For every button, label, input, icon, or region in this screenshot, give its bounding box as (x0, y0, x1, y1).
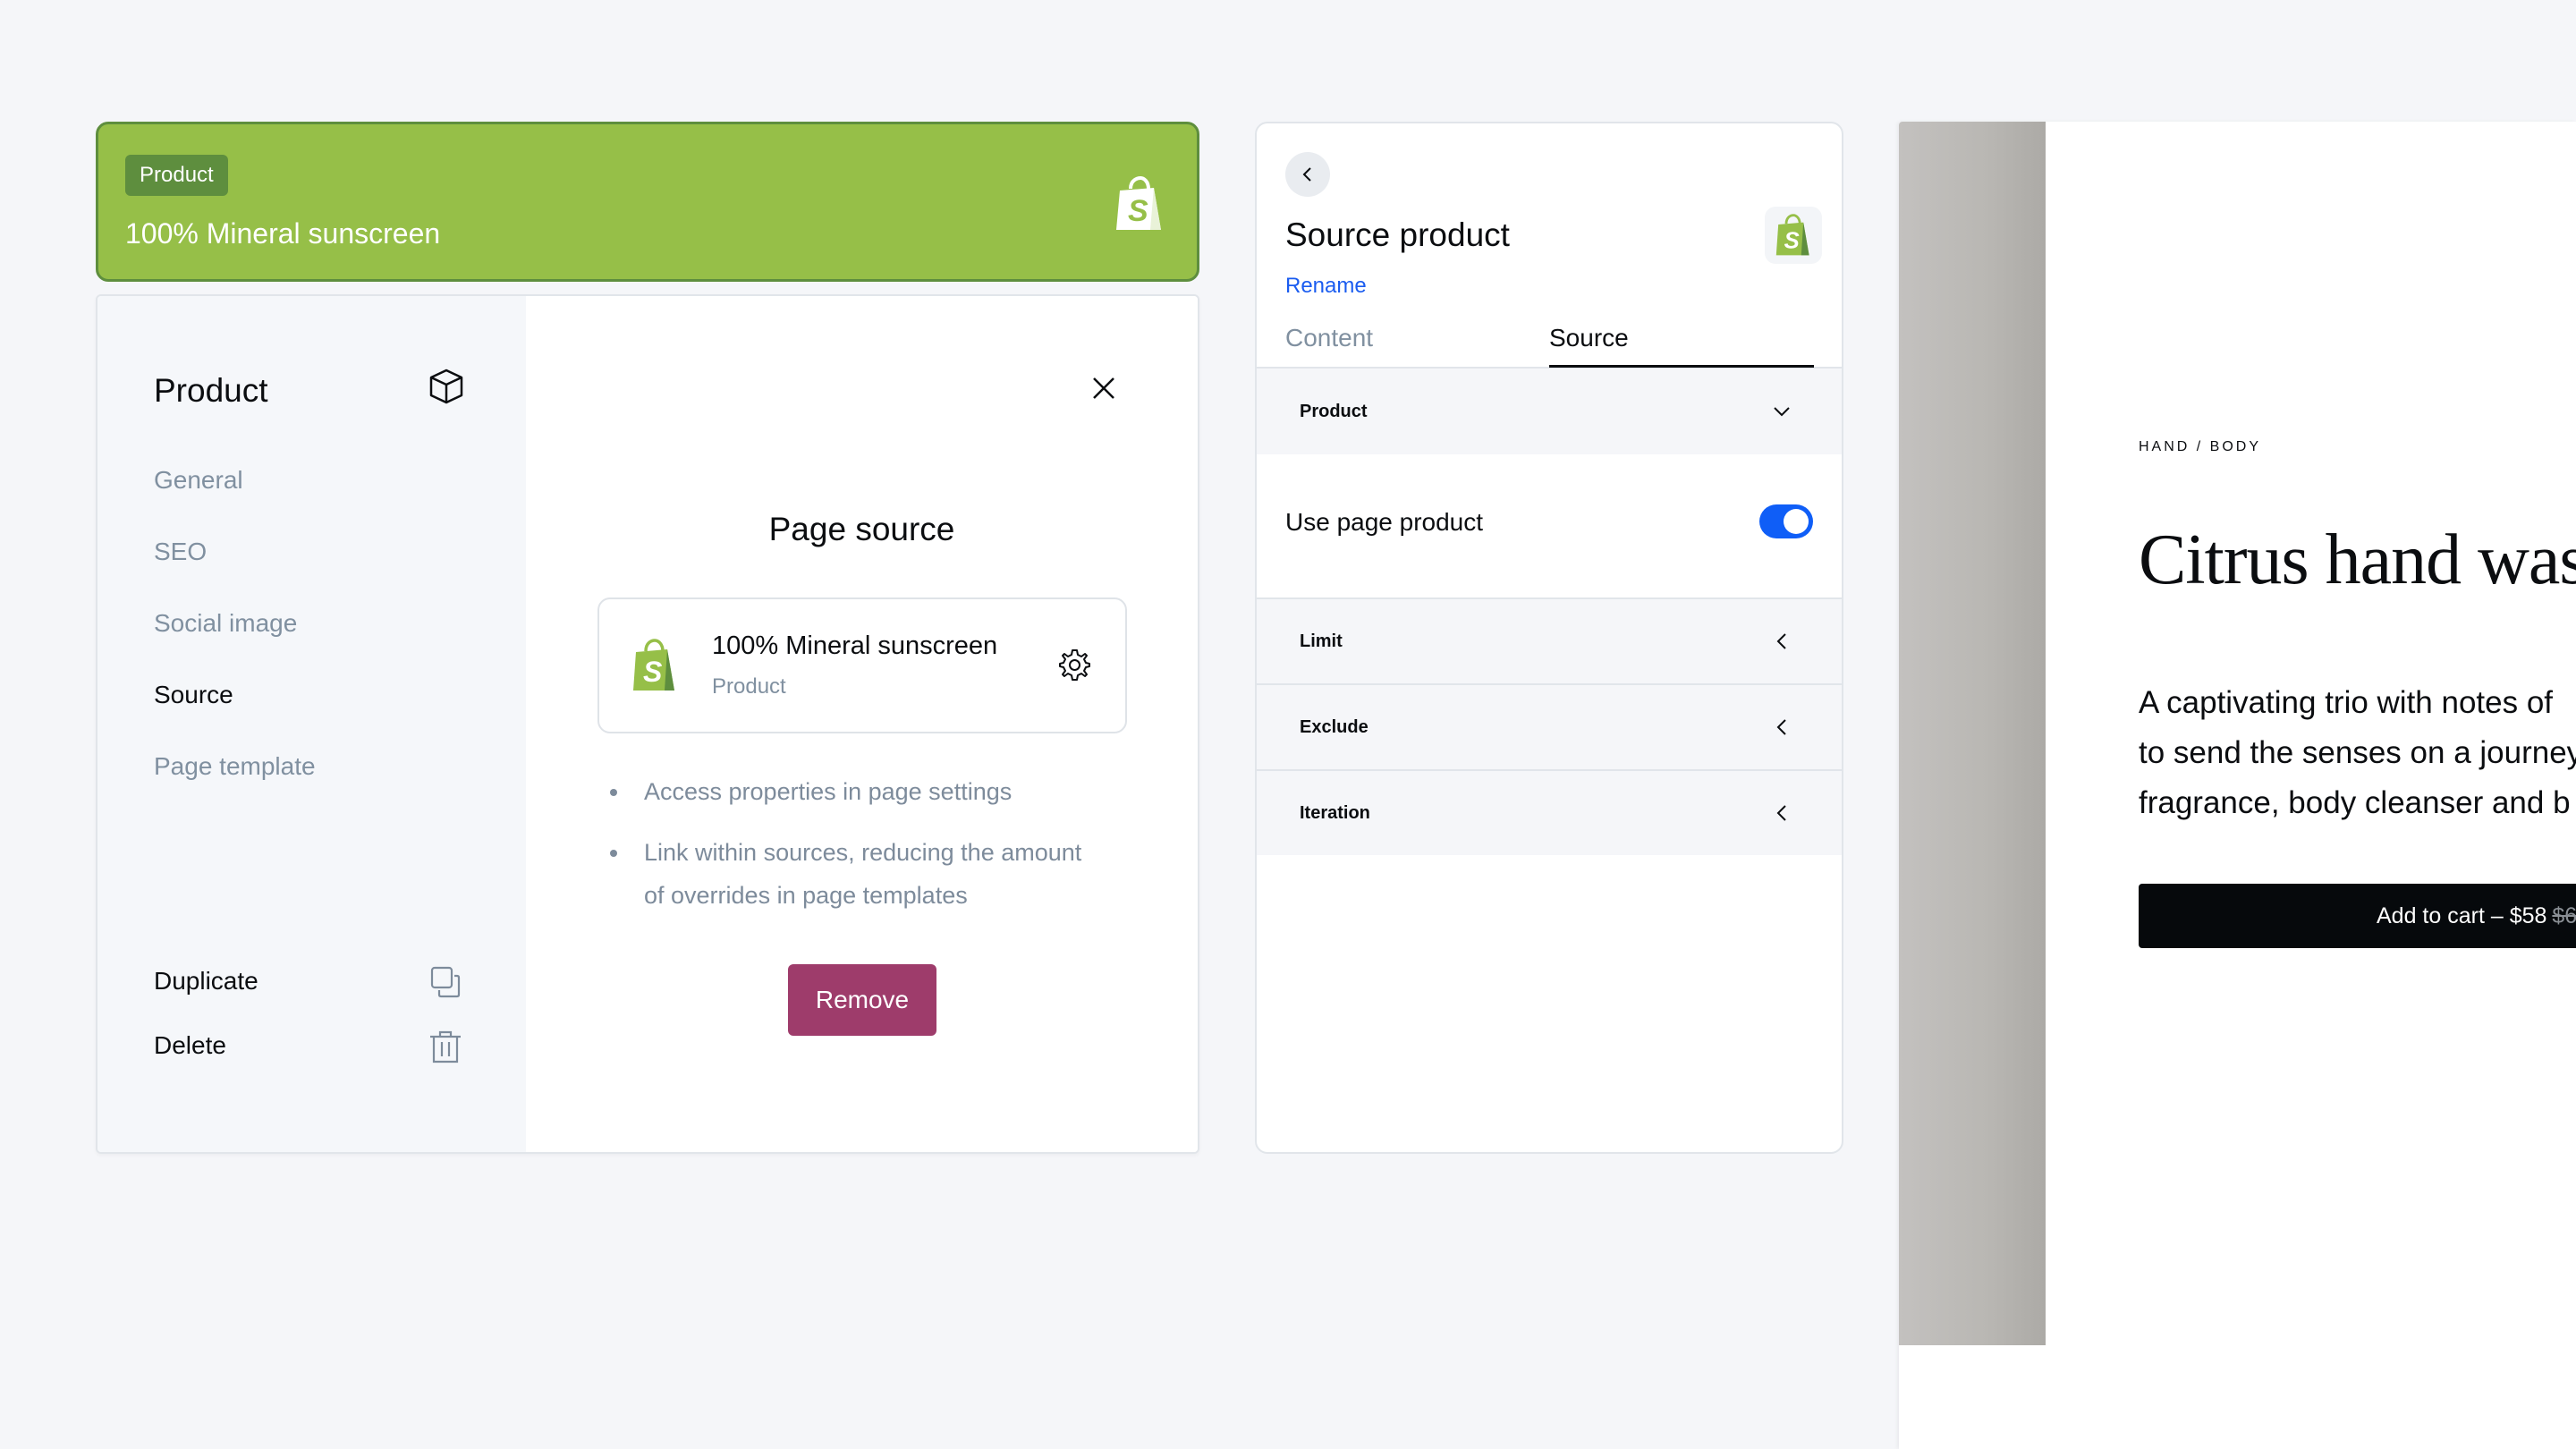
accordion-label: Iteration (1300, 803, 1370, 823)
source-card[interactable]: S 100% Mineral sunscreen Product (597, 597, 1127, 733)
settings-sidebar: Product General SEO Social image Source … (97, 296, 526, 1152)
source-benefits-list: Access properties in page settings Link … (606, 770, 1107, 935)
chevron-left-icon (1302, 167, 1311, 182)
svg-text:S: S (643, 656, 663, 688)
page-source-title: Page source (768, 511, 955, 547)
shopify-bag-icon: S (1116, 176, 1161, 230)
page-settings-panel: Product General SEO Social image Source … (96, 294, 1199, 1154)
list-item: Link within sources, reducing the amount… (606, 831, 1107, 917)
product-breadcrumb[interactable]: HAND / BODY (2139, 439, 2261, 455)
accordion-limit[interactable]: Limit (1257, 599, 1842, 683)
source-type: Product (712, 674, 786, 699)
toggle-label: Use page product (1285, 508, 1484, 536)
toggle-knob (1784, 509, 1809, 534)
product-badge: Product (125, 155, 228, 196)
chevron-left-icon (1776, 719, 1786, 735)
close-icon[interactable] (1090, 375, 1117, 402)
sidebar-heading: Product (154, 372, 268, 409)
back-button[interactable] (1285, 152, 1330, 197)
source-name: 100% Mineral sunscreen (712, 631, 998, 660)
duplicate-icon[interactable] (429, 965, 462, 999)
old-price: $6 (2552, 902, 2576, 928)
chevron-down-icon (1774, 407, 1790, 417)
svg-text:S: S (1784, 228, 1800, 253)
shopify-logo-badge: S (1765, 207, 1822, 264)
chevron-left-icon (1776, 633, 1786, 649)
description-line: A captivating trio with notes of (2139, 685, 2554, 720)
remove-button[interactable]: Remove (788, 964, 936, 1036)
rename-link[interactable]: Rename (1285, 274, 1367, 299)
product-image (1899, 122, 2046, 1345)
svg-text:S: S (1128, 194, 1148, 228)
product-source-banner[interactable]: Product 100% Mineral sunscreen S (96, 122, 1199, 282)
accordion-label: Product (1300, 402, 1368, 421)
gear-icon[interactable] (1057, 648, 1091, 682)
panel-title: Source product (1285, 216, 1510, 253)
trash-icon[interactable] (429, 1030, 462, 1063)
sidebar-item-seo[interactable]: SEO (154, 538, 207, 566)
product-description: A captivating trio with notes of to send… (2139, 678, 2576, 828)
banner-title: 100% Mineral sunscreen (125, 217, 441, 250)
description-line: to send the senses on a journey (2139, 735, 2576, 770)
use-page-product-toggle[interactable] (1759, 504, 1813, 538)
list-item: Access properties in page settings (606, 770, 1107, 813)
sidebar-item-page-template[interactable]: Page template (154, 752, 316, 781)
accordion-label: Limit (1300, 631, 1343, 651)
accordion-exclude[interactable]: Exclude (1257, 685, 1842, 769)
add-to-cart-button[interactable]: Add to cart – $58 $6 (2139, 884, 2576, 948)
accordion-label: Exclude (1300, 717, 1368, 737)
tab-source[interactable]: Source (1549, 324, 1629, 352)
source-product-panel: Source product S Rename Content Source P… (1255, 122, 1843, 1154)
cube-icon (429, 369, 463, 404)
shopify-bag-icon: S (633, 639, 674, 691)
sidebar-item-general[interactable]: General (154, 466, 243, 495)
shopify-bag-icon: S (1775, 214, 1809, 256)
product-title: Citrus hand wash (2139, 521, 2576, 599)
active-tab-indicator (1549, 365, 1814, 368)
duplicate-button[interactable]: Duplicate (154, 967, 258, 996)
accordion-iteration[interactable]: Iteration (1257, 771, 1842, 855)
page-source-content: Page source S 100% Mineral sunscreen Pro… (526, 296, 1198, 1152)
sidebar-item-source[interactable]: Source (154, 681, 233, 709)
description-line: fragrance, body cleanser and b (2139, 785, 2571, 820)
cart-label: Add to cart – $58 (2377, 902, 2547, 928)
chevron-left-icon (1776, 805, 1786, 821)
accordion-product[interactable]: Product (1257, 369, 1842, 454)
tab-content[interactable]: Content (1285, 324, 1373, 352)
use-page-product-row: Use page product (1257, 454, 1842, 599)
sidebar-item-social-image[interactable]: Social image (154, 609, 297, 638)
delete-button[interactable]: Delete (154, 1031, 226, 1060)
storefront-preview: HAND / BODY Citrus hand wash A captivati… (1899, 122, 2576, 1449)
